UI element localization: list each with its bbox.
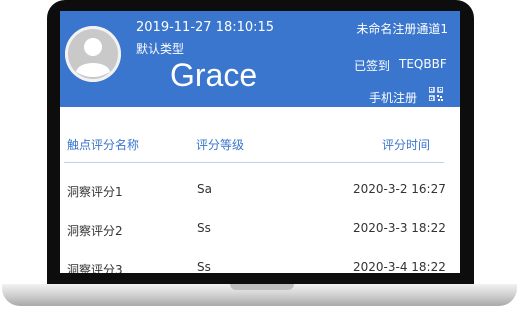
datetime-text: 2019-11-27 18:10:15 bbox=[136, 20, 275, 35]
laptop-notch bbox=[230, 284, 294, 290]
header-divider bbox=[64, 162, 444, 163]
register-method: 手机注册 bbox=[369, 91, 418, 105]
type-text: 默认类型 bbox=[136, 42, 185, 56]
row-3-grade: Ss bbox=[197, 260, 211, 273]
row-1-time: 2020-3-2 16:27 bbox=[353, 182, 446, 196]
avatar bbox=[65, 26, 121, 82]
profile-header: 2019-11-27 18:10:15 未命名注册通道1 默认类型 Grace … bbox=[60, 11, 460, 107]
qr-code-icon[interactable] bbox=[429, 87, 443, 101]
user-silhouette-icon bbox=[65, 26, 121, 82]
row-1-name: 洞察评分1 bbox=[67, 185, 123, 199]
row-2-name: 洞察评分2 bbox=[67, 224, 123, 238]
screen: 2019-11-27 18:10:15 未命名注册通道1 默认类型 Grace … bbox=[60, 11, 460, 273]
column-header-grade: 评分等级 bbox=[196, 138, 245, 152]
row-3-name: 洞察评分3 bbox=[67, 263, 123, 273]
row-3-time: 2020-3-4 18:22 bbox=[353, 260, 446, 273]
sign-status: 已签到 bbox=[354, 59, 391, 73]
row-1-grade: Sa bbox=[197, 182, 212, 196]
channel-text: 未命名注册通道1 bbox=[356, 22, 448, 36]
column-header-name: 触点评分名称 bbox=[67, 138, 140, 152]
user-code: TEQBBF bbox=[399, 57, 447, 71]
column-header-time: 评分时间 bbox=[382, 138, 431, 152]
user-name: Grace bbox=[170, 57, 258, 93]
row-2-grade: Ss bbox=[197, 221, 211, 235]
row-2-time: 2020-3-3 18:22 bbox=[353, 221, 446, 235]
